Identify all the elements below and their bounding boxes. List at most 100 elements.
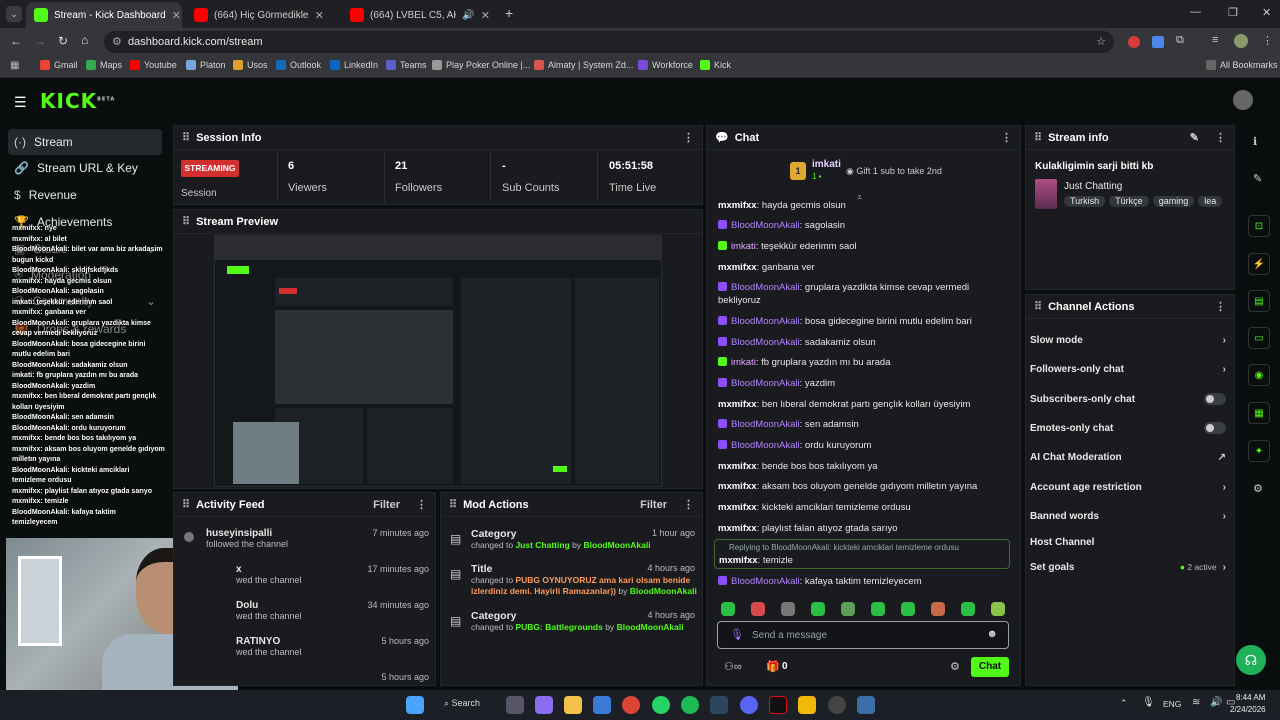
- bookmark-almaty[interactable]: Almaty | System Zd...: [534, 60, 633, 70]
- chat-username[interactable]: mxmifxx: [718, 502, 757, 513]
- bookmark-gmail[interactable]: Gmail: [40, 60, 78, 70]
- mod-user[interactable]: BloodMoonAkali: [617, 622, 684, 632]
- account-age-row[interactable]: Account age restriction ›: [1030, 477, 1226, 497]
- window-close-button[interactable]: ✕: [1262, 6, 1271, 19]
- set-goals-row[interactable]: Set goals ● 2 active ›: [1030, 557, 1226, 577]
- volume-icon[interactable]: 🔊: [1210, 697, 1222, 708]
- slow-mode-row[interactable]: Slow mode ›: [1030, 330, 1226, 350]
- bookmark-workforce[interactable]: Workforce: [638, 60, 693, 70]
- bookmark-star-icon[interactable]: ☆: [1096, 31, 1106, 53]
- bookmark-youtube[interactable]: Youtube: [130, 60, 177, 70]
- bookmark-outlook[interactable]: Outlook: [276, 60, 321, 70]
- stream-preview-video[interactable]: [214, 235, 662, 487]
- new-tab-button[interactable]: +: [505, 5, 513, 21]
- bookmark-kick[interactable]: Kick: [700, 60, 731, 70]
- ai-moderation-row[interactable]: AI Chat Moderation ↗: [1030, 447, 1226, 467]
- chat-username[interactable]: imkati: [731, 357, 756, 368]
- filter-button[interactable]: Filter: [373, 499, 400, 511]
- chat-username[interactable]: mxmifxx: [718, 262, 757, 273]
- tab-youtube-2[interactable]: (664) LVBEL C5, AKDO - ÇO... 🔊 ✕: [342, 2, 498, 28]
- emote-icon[interactable]: [811, 602, 825, 616]
- panel-grip-icon[interactable]: ⠿: [182, 498, 190, 511]
- nav-stream[interactable]: (·) Stream: [8, 129, 162, 155]
- tab-youtube-1[interactable]: (664) Hiç Görmedikleriniz | Ara... ✕: [186, 2, 332, 28]
- mod-user[interactable]: BloodMoonAkali: [630, 586, 697, 596]
- translate-icon[interactable]: [1152, 36, 1164, 48]
- explorer-icon[interactable]: [564, 696, 582, 714]
- rail-doc-icon[interactable]: ▤: [1248, 290, 1270, 312]
- host-channel-row[interactable]: Host Channel: [1030, 532, 1226, 552]
- chat-tools-icon[interactable]: ⚇∞: [724, 660, 742, 673]
- windows-start-icon[interactable]: [406, 696, 424, 714]
- more-icon[interactable]: ⋮: [683, 131, 694, 144]
- extensions-icon[interactable]: ⧉: [1176, 34, 1184, 47]
- chat-username[interactable]: imkati: [731, 241, 756, 252]
- settings-icon[interactable]: ⚙: [1253, 482, 1263, 495]
- bookmark-teams[interactable]: Teams: [386, 60, 427, 70]
- more-icon[interactable]: ⋮: [416, 498, 427, 511]
- rail-session-icon[interactable]: ⊡: [1248, 215, 1270, 237]
- address-bar[interactable]: ⚙ dashboard.kick.com/stream ☆: [104, 31, 1114, 53]
- chat-username[interactable]: mxmifxx: [718, 200, 757, 211]
- chat-username[interactable]: BloodMoonAkali: [731, 337, 800, 348]
- chrome-icon[interactable]: [622, 696, 640, 714]
- tray-chevron-icon[interactable]: ⌃: [1120, 698, 1128, 709]
- emote-icon[interactable]: [901, 602, 915, 616]
- all-bookmarks[interactable]: All Bookmarks: [1206, 60, 1278, 70]
- spotify-icon[interactable]: [681, 696, 699, 714]
- discord-icon[interactable]: [740, 696, 758, 714]
- chat-username[interactable]: mxmifxx: [718, 461, 757, 472]
- clock-date[interactable]: 2/24/2026: [1230, 705, 1266, 714]
- bookmark-linkedin[interactable]: LinkedIn: [330, 60, 378, 70]
- home-icon[interactable]: ⌂: [81, 33, 88, 47]
- close-icon[interactable]: ✕: [481, 9, 490, 22]
- taskview-icon[interactable]: [506, 696, 524, 714]
- hamburger-menu-icon[interactable]: ☰: [14, 94, 27, 111]
- netflix-icon[interactable]: [769, 696, 787, 714]
- chat-username[interactable]: mxmifxx: [718, 481, 757, 492]
- chat-username[interactable]: mxmifxx: [718, 523, 757, 534]
- chat-username[interactable]: mxmifxx: [718, 399, 757, 410]
- minimize-button[interactable]: —: [1190, 6, 1201, 18]
- reload-icon[interactable]: ↻: [58, 34, 68, 48]
- emote-icon[interactable]: [931, 602, 945, 616]
- more-icon[interactable]: ⋮: [1215, 131, 1226, 144]
- whatsapp-icon[interactable]: [652, 696, 670, 714]
- emote-icon[interactable]: [991, 602, 1005, 616]
- mic-tray-icon[interactable]: 🎙: [1142, 697, 1155, 708]
- extension-icon[interactable]: [1128, 36, 1140, 48]
- help-button[interactable]: ☊: [1236, 645, 1266, 675]
- bookmark-usos[interactable]: Usos: [233, 60, 268, 70]
- info-icon[interactable]: ℹ: [1253, 135, 1257, 148]
- apps-icon[interactable]: ▦: [10, 60, 19, 71]
- panel-grip-icon[interactable]: ⠿: [1034, 300, 1042, 313]
- subscribers-only-toggle[interactable]: [1204, 393, 1226, 405]
- taskbar-search[interactable]: ⌕ Search: [444, 698, 480, 709]
- chat-username[interactable]: BloodMoonAkali: [731, 282, 800, 293]
- site-info-icon[interactable]: ⚙: [112, 31, 122, 53]
- panel-grip-icon[interactable]: ⠿: [1034, 131, 1042, 144]
- category-name[interactable]: Just Chatting: [1064, 181, 1122, 192]
- gift-text[interactable]: ◉ Gift 1 sub to take 2nd: [846, 166, 942, 177]
- tag[interactable]: lea: [1198, 196, 1223, 207]
- kick-logo[interactable]: KICKBETA: [40, 89, 115, 113]
- rail-tools-icon[interactable]: ✦: [1248, 440, 1270, 462]
- tag[interactable]: Turkish: [1064, 196, 1106, 207]
- profile-avatar[interactable]: [1234, 34, 1248, 48]
- media-icon[interactable]: ≡: [1212, 34, 1218, 46]
- mod-user[interactable]: BloodMoonAkali: [584, 540, 651, 550]
- rail-chat-icon[interactable]: ▭: [1248, 327, 1270, 349]
- nav-revenue[interactable]: $ Revenue: [8, 182, 162, 208]
- emote-icon[interactable]: [841, 602, 855, 616]
- microphone-icon[interactable]: 🎙: [730, 628, 744, 641]
- bookmark-poker[interactable]: Play Poker Online |...: [432, 60, 530, 70]
- tag[interactable]: Türkçe: [1109, 196, 1149, 207]
- audio-icon[interactable]: 🔊: [462, 10, 474, 21]
- chat-username[interactable]: BloodMoonAkali: [731, 419, 800, 430]
- chat-username[interactable]: mxmifxx: [719, 555, 758, 566]
- pinned-gifter[interactable]: 1: [790, 162, 806, 180]
- followers-only-row[interactable]: Followers-only chat ›: [1030, 359, 1226, 379]
- chat-send-button[interactable]: Chat: [971, 657, 1009, 677]
- wifi-icon[interactable]: ≋: [1192, 697, 1200, 708]
- filter-button[interactable]: Filter: [640, 499, 667, 511]
